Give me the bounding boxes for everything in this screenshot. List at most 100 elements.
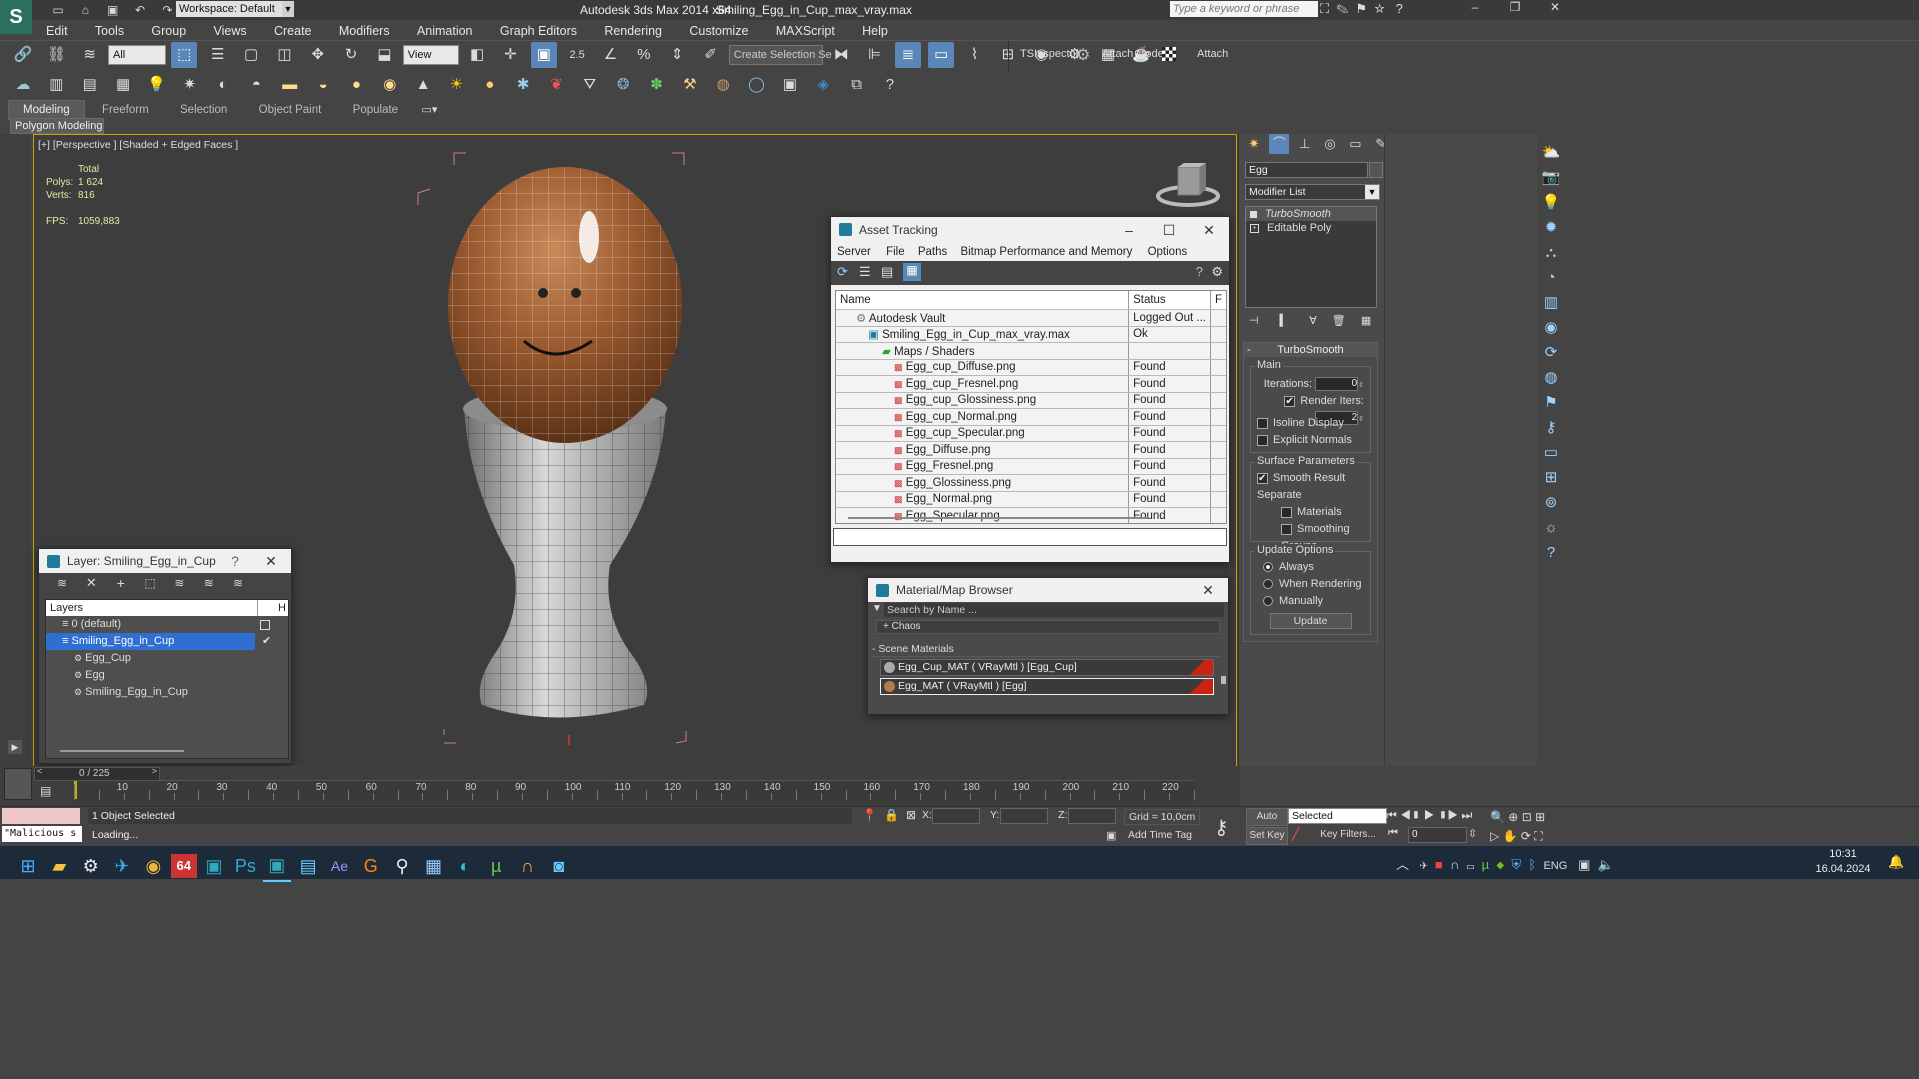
egg-in-cup-model[interactable]	[404, 145, 714, 745]
time-config-icon[interactable]: ⇳	[1468, 827, 1477, 840]
vray-sun-icon[interactable]: ✷	[177, 72, 203, 98]
clock-time[interactable]: 10:31	[1815, 848, 1871, 860]
asset-menu-server[interactable]: Server	[837, 246, 871, 258]
spinner-arrows-icon[interactable]: ⇳	[1358, 382, 1364, 389]
key-tangent-icon[interactable]: ╱	[1292, 827, 1299, 841]
vray-dome-icon[interactable]: ◓	[243, 72, 269, 98]
asset-menu-bitmap[interactable]: Bitmap Performance and Memory	[960, 246, 1132, 258]
modifier-chevron-icon[interactable]: ▼	[1365, 185, 1379, 199]
vray-proxy-strip-icon[interactable]: ▥	[1537, 290, 1565, 315]
material-item[interactable]: Egg_MAT ( VRayMtl ) [Egg]	[880, 678, 1214, 695]
timeline-config-icon[interactable]: ▤	[40, 784, 51, 798]
tray-security-icon[interactable]: ⛨	[1511, 857, 1521, 872]
grammarly-icon[interactable]: G	[357, 851, 385, 881]
ref-coord-dropdown[interactable]: View	[402, 45, 459, 65]
vray-vfb-icon[interactable]: ◈	[810, 72, 836, 98]
vray-decal-icon[interactable]: ◍	[710, 72, 736, 98]
unlink-icon[interactable]: ⛓	[43, 42, 69, 68]
table-row[interactable]: ▩ Egg_Normal.png Found	[836, 491, 1226, 508]
menu-group[interactable]: Group	[139, 20, 198, 42]
file-explorer-icon[interactable]: ▰	[45, 851, 73, 881]
expand-icon[interactable]: +	[1250, 223, 1259, 233]
vray-grid-icon[interactable]: ⊞	[1537, 465, 1565, 490]
spinner-snap-icon[interactable]: ⇕	[664, 42, 690, 68]
set-key-big-icon[interactable]: ⚷	[1214, 815, 1229, 840]
table-row[interactable]: ▣ Smiling_Egg_in_Cup_max_vray.max Ok	[836, 326, 1226, 343]
update-button[interactable]: Update	[1269, 613, 1352, 629]
select-objects-icon[interactable]: ⬚	[140, 573, 160, 593]
clock-date[interactable]: 16.04.2024	[1815, 863, 1871, 875]
lock-selection-icon[interactable]: 🔒	[884, 808, 899, 822]
vray-ball-icon[interactable]: ◍	[1537, 365, 1565, 390]
tab-object-paint[interactable]: Object Paint	[245, 101, 336, 119]
tray-headphones-icon[interactable]: ∩	[1450, 857, 1459, 872]
open-file-icon[interactable]: ⌂	[76, 2, 94, 18]
undo-icon[interactable]: ↶	[131, 2, 149, 18]
rect-selection-icon[interactable]: ▢	[238, 42, 264, 68]
expand-left-icon[interactable]: ▶	[8, 740, 22, 754]
save-icon[interactable]: ▣	[104, 2, 122, 18]
explicit-normals-checkbox[interactable]	[1257, 434, 1268, 446]
notification-icon[interactable]: 🔔	[1888, 854, 1904, 870]
modifier-list-dropdown[interactable]: Modifier List ▼	[1245, 184, 1380, 200]
always-radio[interactable]	[1263, 562, 1273, 573]
modifier-on-icon[interactable]	[1250, 210, 1257, 218]
render-iters-checkbox[interactable]	[1284, 393, 1296, 410]
hide-column-header[interactable]: H	[257, 600, 288, 616]
menu-graph-editors[interactable]: Graph Editors	[488, 20, 589, 42]
col-f-header[interactable]: F	[1209, 291, 1226, 310]
iterations-spinner[interactable]: 0	[1315, 377, 1359, 392]
notepad-icon[interactable]: ▤	[294, 851, 322, 881]
vray-sphere-icon[interactable]: ◐	[210, 72, 236, 98]
x-field[interactable]	[932, 808, 980, 824]
layer-hscrollbar[interactable]	[60, 750, 184, 752]
windows-start-icon[interactable]: ⊞	[14, 851, 42, 881]
asset-settings-icon[interactable]: ⚙	[1211, 264, 1223, 280]
tray-volume-icon[interactable]: 🔈	[1598, 857, 1614, 872]
ribbon-panel-label[interactable]: Polygon Modeling	[10, 118, 104, 134]
time-tag-icon[interactable]: ▣	[1106, 829, 1116, 842]
layer-object-smiling-egg[interactable]: ⚙ Smiling_Egg_in_Cup	[46, 684, 288, 701]
select-by-name-icon[interactable]: ☰	[205, 42, 231, 68]
rollout-header[interactable]: - TurboSmooth	[1244, 343, 1377, 357]
asset-hscrollbar[interactable]	[848, 517, 1148, 519]
tray-language[interactable]: ENG	[1543, 860, 1567, 872]
vray-key-icon[interactable]: ⚷	[1537, 415, 1565, 440]
vray-sphere-strip-icon[interactable]: ◉	[1537, 315, 1565, 340]
key-mode-toggle-icon[interactable]: ⏮	[1388, 827, 1398, 840]
vray-fur-icon[interactable]: ❦	[544, 72, 570, 98]
edge-icon[interactable]: ◐	[451, 851, 479, 881]
help-icon[interactable]: ?	[1396, 1, 1403, 16]
slider-next-icon[interactable]: >	[152, 766, 157, 776]
link-icon[interactable]: 🔗	[10, 42, 36, 68]
after-effects-icon[interactable]: Ae	[325, 851, 353, 881]
menu-modifiers[interactable]: Modifiers	[327, 20, 402, 42]
vray-displacement-icon[interactable]: ⛛	[577, 72, 603, 98]
menu-rendering[interactable]: Rendering	[592, 20, 674, 42]
key-mode-dropdown[interactable]: Selected	[1288, 808, 1387, 824]
window-crossing-icon[interactable]: ◫	[271, 42, 297, 68]
graphite-ribbon-icon[interactable]: ▭	[928, 42, 955, 68]
binoculars-icon[interactable]: ⛶	[1320, 1, 1329, 16]
layer-manager-icon[interactable]: ≣	[894, 42, 921, 68]
materials-checkbox[interactable]	[1281, 506, 1292, 518]
add-to-layer-icon[interactable]: +	[111, 573, 131, 593]
select-object-icon[interactable]: ⬚	[171, 42, 198, 68]
material-search-input[interactable]: Search by Name ...	[884, 603, 1224, 617]
minimize-button[interactable]: –	[1455, 0, 1495, 14]
vray-dome-strip-icon[interactable]: ◔	[1537, 265, 1565, 290]
asset-path-field[interactable]	[833, 528, 1227, 546]
set-key-button[interactable]: Set Key	[1246, 827, 1288, 845]
telegram-icon[interactable]: ✈	[108, 851, 136, 881]
table-row[interactable]: ⚙ Autodesk Vault Logged Out ...	[836, 309, 1226, 327]
object-color-swatch[interactable]	[1369, 162, 1383, 178]
tab-modeling[interactable]: Modeling	[8, 100, 85, 120]
stack-item-turbosmooth[interactable]: TurboSmooth	[1246, 207, 1376, 221]
table-row[interactable]: ▩ Egg_cup_Diffuse.png Found	[836, 359, 1226, 376]
maxscript-mini-listener-top[interactable]	[2, 808, 80, 824]
vray-sphere-fade-icon[interactable]: ❂	[610, 72, 636, 98]
asset-help-icon[interactable]: ?	[1196, 264, 1203, 279]
vray-sphere-light-icon[interactable]: ◒	[310, 72, 336, 98]
camera-app-icon[interactable]: ◙	[545, 851, 573, 881]
3dsmax-active-icon[interactable]: ▣	[262, 850, 291, 882]
